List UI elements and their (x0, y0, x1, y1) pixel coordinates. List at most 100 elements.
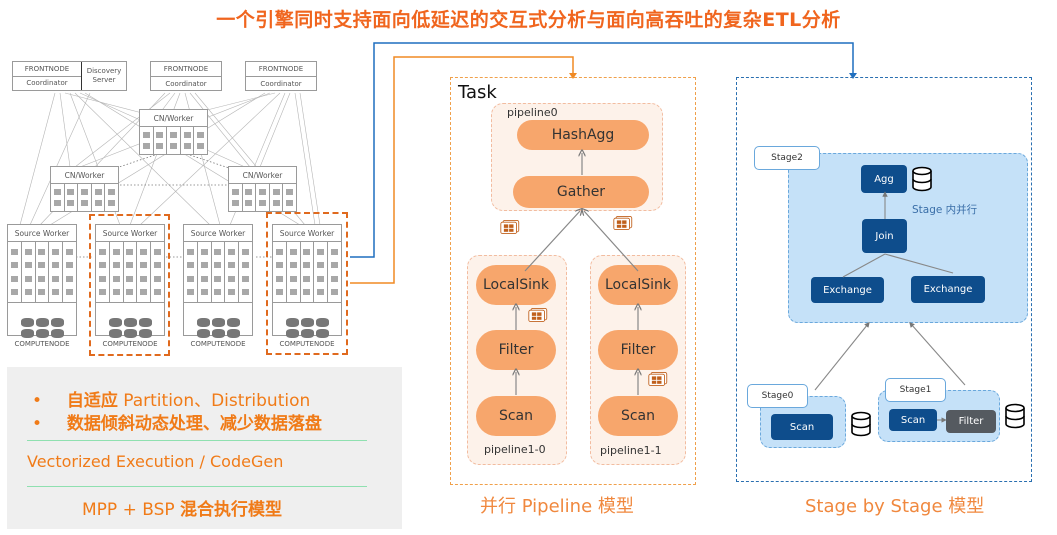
slot-square (200, 262, 208, 269)
disk-icon (20, 329, 34, 338)
slot-square (94, 200, 102, 206)
slot-square (169, 143, 177, 149)
worker-slot (270, 184, 284, 211)
worker-slot (140, 127, 154, 154)
disk-icon (35, 318, 49, 327)
feature-adaptive-rest: Partition、Distribution (117, 391, 311, 411)
data-chunk-icon (528, 308, 548, 322)
disk-icon (211, 318, 225, 327)
compute-node-3: Source Worker (183, 224, 253, 338)
data-chunk-icon (500, 220, 520, 234)
slot-square (24, 262, 32, 269)
slot-square (228, 275, 236, 282)
worker-slot (225, 242, 240, 302)
slot-square (214, 288, 222, 295)
compute-node-1: Source Worker (7, 224, 77, 338)
worker-slot (49, 242, 64, 302)
frontnode-label: FRONTNODE (13, 62, 81, 77)
slot-square (214, 275, 222, 282)
slot-square (258, 200, 266, 206)
separator (27, 486, 367, 487)
database-icon (851, 411, 871, 437)
slot-square (228, 262, 236, 269)
features-panel: • 自适应 Partition、Distribution • 数据倾斜动态处理、… (7, 367, 402, 529)
disk-icon (196, 318, 210, 327)
slot-square (67, 200, 75, 206)
source-worker-label: Source Worker (8, 225, 76, 242)
computenode-label: COMPUTENODE (190, 340, 246, 348)
slot-square (38, 249, 46, 256)
worker-slots (51, 184, 118, 211)
slot-square (24, 288, 32, 295)
worker-slots (229, 184, 296, 211)
highlight-compute-node-2 (89, 214, 170, 356)
worker-slots (184, 242, 252, 303)
frontnode-2: FRONTNODE Coordinator (150, 61, 222, 91)
slot-square (214, 262, 222, 269)
slot-square (66, 262, 74, 269)
slot-square (272, 200, 280, 206)
slot-square (10, 275, 18, 282)
disk-icon (226, 318, 240, 327)
slot-square (142, 132, 150, 138)
worker-slot (167, 127, 181, 154)
data-chunk-icon (613, 216, 633, 230)
slot-square (52, 262, 60, 269)
slot-square (142, 143, 150, 149)
slot-square (245, 200, 253, 206)
coordinator-label: Coordinator (165, 80, 207, 88)
slot-square (38, 262, 46, 269)
worker-slot (239, 242, 252, 302)
slot-square (38, 275, 46, 282)
disk-icon (20, 318, 34, 327)
highlight-compute-node-4 (266, 212, 348, 355)
cn-worker-label: CN/Worker (51, 167, 118, 184)
pipeline-model-caption: 并行 Pipeline 模型 (480, 496, 634, 517)
worker-slot (194, 127, 207, 154)
slot-square (94, 189, 102, 195)
slot-square (108, 200, 116, 206)
cn-worker-label: CN/Worker (229, 167, 296, 184)
slot-square (67, 189, 75, 195)
slot-square (66, 288, 74, 295)
slot-square (242, 275, 250, 282)
slot-square (186, 249, 194, 256)
slot-square (214, 249, 222, 256)
stage-arrows (814, 191, 966, 423)
slot-square (183, 132, 191, 138)
worker-slot (92, 184, 106, 211)
slot-square (10, 262, 18, 269)
slot-square (52, 288, 60, 295)
feature-mpp-prefix: MPP + BSP (82, 500, 181, 520)
slot-square (242, 262, 250, 269)
slot-square (66, 275, 74, 282)
bullet: • (32, 391, 43, 411)
slot-square (66, 249, 74, 256)
slot-square (200, 288, 208, 295)
slot-square (286, 189, 294, 195)
slot-square (286, 200, 294, 206)
feature-mpp-bold: 混合执行模型 (180, 500, 283, 520)
slot-square (38, 288, 46, 295)
slot-square (200, 249, 208, 256)
slot-square (200, 275, 208, 282)
worker-slot (243, 184, 257, 211)
worker-slots (8, 242, 76, 303)
cn-worker-center: CN/Worker (139, 109, 208, 155)
worker-slot (198, 242, 212, 302)
worker-slot (283, 184, 296, 211)
worker-slot (51, 184, 65, 211)
disk-icon (50, 318, 64, 327)
frontnode-3: FRONTNODE Coordinator (245, 61, 317, 91)
slot-square (10, 288, 18, 295)
worker-slot (181, 127, 195, 154)
cn-worker-label: CN/Worker (140, 110, 207, 127)
slot-square (272, 189, 280, 195)
feature-adaptive-bold: 自适应 (66, 391, 118, 411)
database-icon (912, 166, 932, 192)
pipeline-arrows (450, 77, 696, 395)
cn-worker-left: CN/Worker (50, 166, 119, 212)
stage-model-caption: Stage by Stage 模型 (805, 496, 985, 517)
slot-square (231, 200, 239, 206)
frontnode-label: FRONTNODE (246, 62, 316, 77)
